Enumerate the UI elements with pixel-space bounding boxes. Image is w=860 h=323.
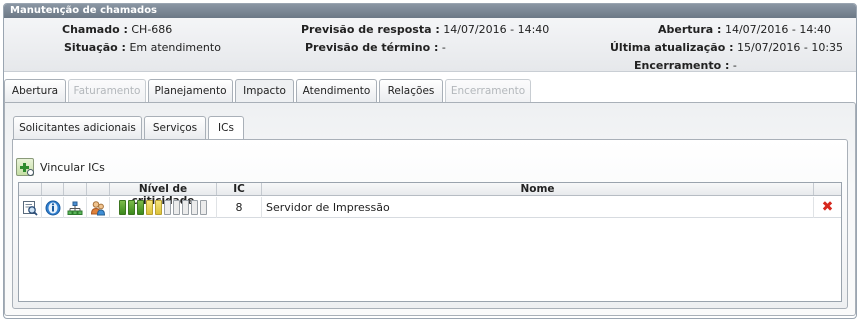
users-icon[interactable] xyxy=(87,197,110,218)
criticality-segments xyxy=(110,197,216,218)
magnifier-icon xyxy=(27,169,34,176)
subtab-servicos[interactable]: Serviços xyxy=(144,116,206,140)
header-action-4 xyxy=(87,183,110,195)
criticality-segment xyxy=(128,200,135,215)
header-criticidade[interactable]: Nível de criticidade xyxy=(110,183,217,207)
ticket-info: Chamado : CH-686 Situação : Em atendimen… xyxy=(4,18,856,72)
header-action-3 xyxy=(64,183,87,195)
tab-abertura[interactable]: Abertura xyxy=(4,79,66,103)
remove-ic-button[interactable]: ✖ xyxy=(814,197,841,218)
situacao-label: Situação : xyxy=(64,41,126,54)
previsao-resposta-field: Previsão de resposta : 14/07/2016 - 14:4… xyxy=(301,23,549,36)
abertura-label: Abertura : xyxy=(658,23,722,36)
ic-cell: 8 xyxy=(217,197,262,218)
delete-icon: ✖ xyxy=(821,199,834,215)
view-details-icon[interactable] xyxy=(19,197,42,218)
encerramento-value: - xyxy=(732,59,737,72)
criticality-segment xyxy=(173,200,180,215)
subtab-solicitantes-adicionais[interactable]: Solicitantes adicionais xyxy=(13,116,142,140)
criticality-segment xyxy=(137,200,144,215)
criticality-segment xyxy=(119,200,126,215)
chamado-label: Chamado : xyxy=(62,23,128,36)
abertura-field: Abertura : 14/07/2016 - 14:40 xyxy=(658,23,831,36)
subtab-ics[interactable]: ICs xyxy=(208,116,244,141)
situacao-value: Em atendimento xyxy=(129,41,221,54)
ultima-atualizacao-label: Última atualização : xyxy=(610,41,734,54)
chamado-value: CH-686 xyxy=(131,23,173,36)
criticality-segment xyxy=(182,200,189,215)
abertura-value: 14/07/2016 - 14:40 xyxy=(724,23,832,36)
header-nome[interactable]: Nome xyxy=(262,183,814,195)
previsao-termino-label: Previsão de término : xyxy=(305,41,439,54)
criticality-segment xyxy=(191,200,198,215)
panel-title: Manutenção de chamados xyxy=(4,4,856,18)
nome-cell: Servidor de Impressão xyxy=(262,197,814,218)
criticality-segment xyxy=(164,200,171,215)
tab-encerramento: Encerramento xyxy=(445,79,531,103)
header-remove xyxy=(814,183,841,195)
encerramento-label: Encerramento : xyxy=(634,59,730,72)
table-row: 8 Servidor de Impressão ✖ xyxy=(19,197,841,218)
info-icon[interactable] xyxy=(42,197,64,218)
header-action-2 xyxy=(42,183,64,195)
ultima-atualizacao-field: Última atualização : 15/07/2016 - 10:35 xyxy=(610,41,843,54)
header-ic[interactable]: IC xyxy=(217,183,262,195)
add-link-icon xyxy=(16,158,34,176)
impacto-tab-content: Solicitantes adicionais Serviços ICs Vin… xyxy=(4,102,856,316)
situacao-field: Situação : Em atendimento xyxy=(64,41,221,54)
vincular-ics-label: Vincular ICs xyxy=(40,160,105,174)
tab-faturamento: Faturamento xyxy=(68,79,146,103)
criticality-segment xyxy=(155,200,162,215)
encerramento-field: Encerramento : - xyxy=(634,59,737,72)
previsao-resposta-value: 14/07/2016 - 14:40 xyxy=(443,23,550,36)
header-action-1 xyxy=(19,183,42,195)
ultima-atualizacao-value: 15/07/2016 - 10:35 xyxy=(736,41,844,54)
previsao-resposta-label: Previsão de resposta : xyxy=(301,23,440,36)
table-header: Nível de criticidade IC Nome xyxy=(19,183,841,207)
vincular-ics-button[interactable]: Vincular ICs xyxy=(16,157,105,177)
tab-atendimento[interactable]: Atendimento xyxy=(296,79,377,103)
criticality-segment xyxy=(200,200,207,215)
hierarchy-icon[interactable] xyxy=(64,197,87,218)
chamado-field: Chamado : CH-686 xyxy=(62,23,172,36)
criticality-meter xyxy=(110,197,217,218)
previsao-termino-field: Previsão de término : - xyxy=(305,41,446,54)
criticality-segment xyxy=(146,200,153,215)
ics-table: Nível de criticidade IC Nome 8 Servidor … xyxy=(18,182,842,302)
ics-content: Vincular ICs Nível de criticidade IC Nom… xyxy=(12,139,848,309)
tab-relacoes[interactable]: Relações xyxy=(379,79,443,103)
previsao-termino-value: - xyxy=(441,41,446,54)
tab-planejamento[interactable]: Planejamento xyxy=(148,79,233,103)
tab-impacto[interactable]: Impacto xyxy=(235,79,294,104)
